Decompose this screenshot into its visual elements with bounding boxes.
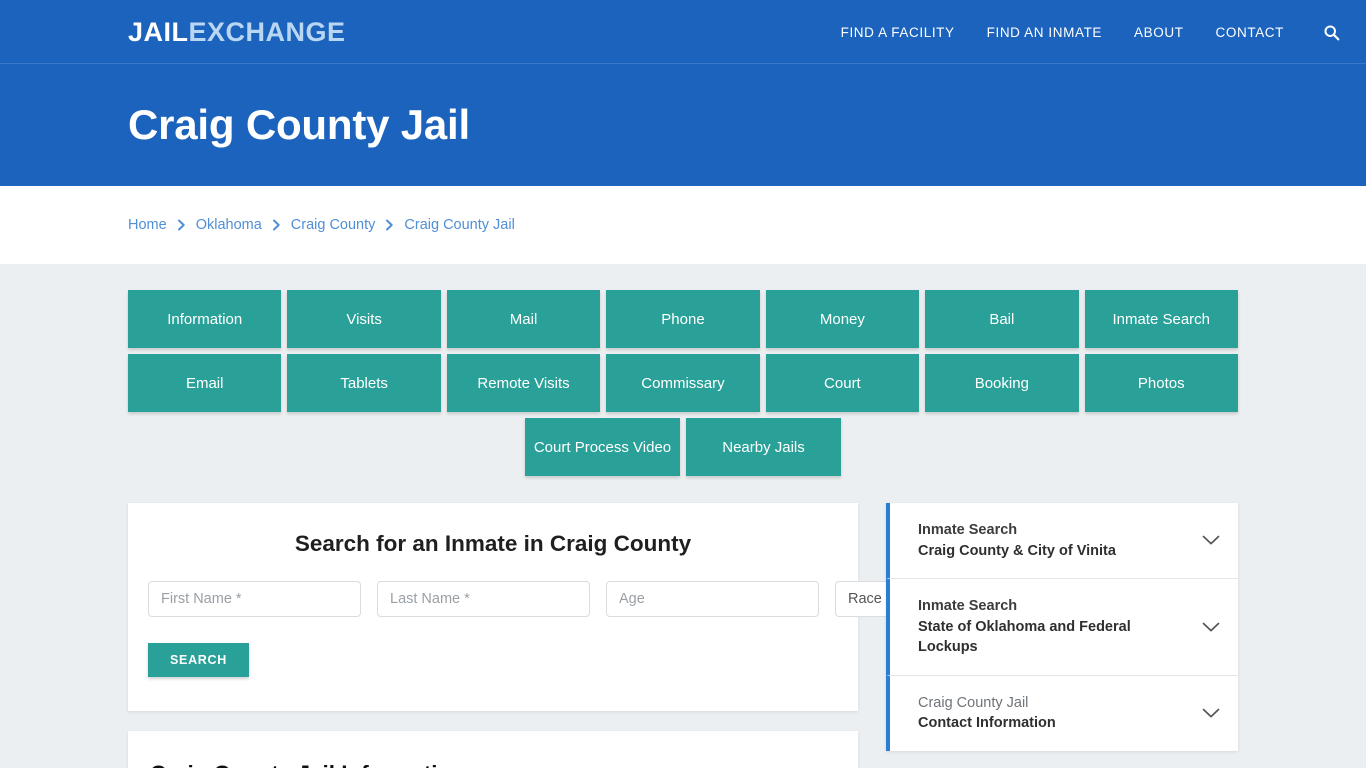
first-name-input[interactable]: [148, 581, 361, 617]
accordion-item-line1: Craig County Jail: [918, 694, 1029, 711]
nav-item-find-a-facility[interactable]: FIND A FACILITY: [841, 25, 955, 40]
accordion-item-inmate-search-county[interactable]: Inmate Search Craig County & City of Vin…: [886, 503, 1238, 580]
chevron-down-icon[interactable]: [1202, 622, 1220, 633]
chevron-right-icon: [177, 219, 186, 231]
logo-text-primary: JAIL: [128, 16, 189, 47]
accordion-item-inmate-search-state[interactable]: Inmate Search State of Oklahoma and Fede…: [886, 579, 1238, 676]
site-header: JAILEXCHANGE FIND A FACILITY FIND AN INM…: [0, 0, 1366, 64]
tile-booking[interactable]: Booking: [925, 354, 1079, 412]
tile-remote-visits[interactable]: Remote Visits: [446, 354, 601, 412]
main-navigation: FIND A FACILITY FIND AN INMATE ABOUT CON…: [841, 21, 1342, 43]
main-column: Search for an Inmate in Craig County Rac…: [128, 503, 995, 768]
tile-inmate-search[interactable]: Inmate Search: [1084, 290, 1238, 348]
breadcrumb-item-craig-county-jail: Craig County Jail: [404, 217, 515, 233]
chevron-down-icon[interactable]: [1202, 535, 1220, 546]
breadcrumb-bar: Home Oklahoma Craig County Craig County …: [0, 186, 1366, 264]
accordion-item-text: Inmate Search State of Oklahoma and Fede…: [918, 596, 1188, 658]
tile-phone[interactable]: Phone: [606, 290, 760, 348]
age-input[interactable]: [606, 581, 819, 617]
tile-mail[interactable]: Mail: [446, 290, 601, 348]
page-body: Information Visits Mail Phone Money Bail…: [0, 264, 1366, 768]
tile-nearby-jails[interactable]: Nearby Jails: [686, 418, 841, 476]
search-button[interactable]: SEARCH: [148, 643, 249, 677]
accordion-item-text: Inmate Search Craig County & City of Vin…: [918, 520, 1188, 561]
sidebar-accordion: Inmate Search Craig County & City of Vin…: [886, 503, 1238, 752]
facility-section-tiles-row-1: Information Visits Mail Phone Money Bail…: [128, 290, 1238, 348]
sidebar-column: Inmate Search Craig County & City of Vin…: [886, 503, 1238, 752]
inmate-search-fields: Race: [148, 581, 995, 617]
accordion-item-line2: State of Oklahoma and Federal Lockups: [918, 618, 1131, 656]
breadcrumb: Home Oklahoma Craig County Craig County …: [128, 217, 515, 233]
accordion-item-line2: Craig County & City of Vinita: [918, 542, 1116, 559]
breadcrumb-item-oklahoma[interactable]: Oklahoma: [196, 217, 262, 233]
hero-band: Craig County Jail: [0, 64, 1366, 186]
inmate-search-card: Search for an Inmate in Craig County Rac…: [128, 503, 995, 711]
breadcrumb-item-craig-county[interactable]: Craig County: [291, 217, 376, 233]
accordion-item-contact-information[interactable]: Craig County Jail Contact Information: [886, 675, 1238, 752]
tile-money[interactable]: Money: [765, 290, 920, 348]
tile-court[interactable]: Court: [765, 354, 920, 412]
jail-information-heading: Craig County Jail Information: [150, 761, 836, 768]
accordion-item-line1: Inmate Search: [918, 598, 1018, 615]
chevron-right-icon: [385, 219, 394, 231]
accordion-item-line2: Contact Information: [918, 715, 1056, 732]
tile-bail[interactable]: Bail: [925, 290, 1079, 348]
tile-court-process-video[interactable]: Court Process Video: [525, 418, 680, 476]
content-columns: Search for an Inmate in Craig County Rac…: [128, 503, 1238, 768]
inmate-search-heading: Search for an Inmate in Craig County: [294, 531, 692, 556]
tile-tablets[interactable]: Tablets: [287, 354, 441, 412]
facility-section-tiles-row-3: Court Process Video Nearby Jails: [128, 418, 1238, 476]
search-icon[interactable]: [1320, 21, 1342, 43]
chevron-down-icon[interactable]: [1202, 708, 1220, 719]
breadcrumb-item-home[interactable]: Home: [128, 217, 167, 233]
tile-information[interactable]: Information: [128, 290, 282, 348]
accordion-item-text: Craig County Jail Contact Information: [918, 693, 1188, 734]
nav-item-contact[interactable]: CONTACT: [1216, 25, 1284, 40]
tile-visits[interactable]: Visits: [287, 290, 441, 348]
chevron-right-icon: [272, 219, 281, 231]
accordion-item-line1: Inmate Search: [918, 522, 1018, 538]
logo-text-secondary: EXCHANGE: [188, 16, 346, 47]
tile-commissary[interactable]: Commissary: [606, 354, 760, 412]
page-title: Craig County Jail: [128, 101, 470, 148]
site-logo[interactable]: JAILEXCHANGE: [128, 16, 346, 47]
facility-section-tiles-row-2: Email Tablets Remote Visits Commissary C…: [128, 354, 1238, 412]
nav-item-find-an-inmate[interactable]: FIND AN INMATE: [987, 25, 1102, 40]
nav-item-about[interactable]: ABOUT: [1134, 25, 1184, 40]
jail-information-card: Craig County Jail Information: [128, 731, 858, 768]
tile-photos[interactable]: Photos: [1084, 354, 1238, 412]
tile-email[interactable]: Email: [128, 354, 282, 412]
last-name-input[interactable]: [377, 581, 590, 617]
